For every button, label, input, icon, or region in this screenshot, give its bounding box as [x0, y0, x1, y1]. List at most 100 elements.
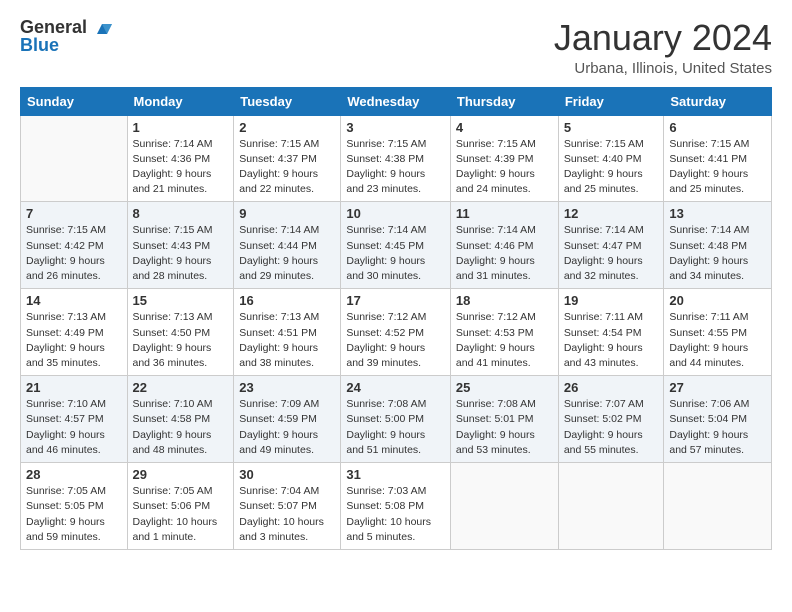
- daylight-text: Daylight: 9 hours and 29 minutes.: [239, 254, 335, 284]
- daylight-text: Daylight: 9 hours and 23 minutes.: [346, 167, 445, 197]
- day-number: 15: [133, 293, 229, 308]
- sunset-text: Sunset: 5:01 PM: [456, 412, 553, 427]
- day-detail: Sunrise: 7:06 AMSunset: 5:04 PMDaylight:…: [669, 397, 766, 458]
- day-detail: Sunrise: 7:14 AMSunset: 4:36 PMDaylight:…: [133, 137, 229, 198]
- calendar-cell: 16Sunrise: 7:13 AMSunset: 4:51 PMDayligh…: [234, 289, 341, 376]
- day-number: 9: [239, 206, 335, 221]
- weekday-header-row: SundayMondayTuesdayWednesdayThursdayFrid…: [21, 87, 772, 115]
- daylight-text: Daylight: 9 hours and 46 minutes.: [26, 428, 122, 458]
- sunrise-text: Sunrise: 7:13 AM: [239, 310, 335, 325]
- calendar-cell: 31 Sunrise: 7:03 AMSunset: 5:08 PMDayligh…: [341, 463, 451, 550]
- sunset-text: Sunset: 4:37 PM: [239, 152, 335, 167]
- sunset-text: Sunset: 4:58 PM: [133, 412, 229, 427]
- day-detail: Sunrise: 7:15 AMSunset: 4:38 PMDaylight:…: [346, 137, 445, 198]
- daylight-text: Daylight: 10 hours and 1 minute.: [133, 515, 229, 545]
- day-number: 31: [346, 467, 445, 482]
- sunrise-text: Sunrise: 7:04 AM: [239, 484, 335, 499]
- calendar-subtitle: Urbana, Illinois, United States: [554, 60, 772, 77]
- sunset-text: Sunset: 4:38 PM: [346, 152, 445, 167]
- day-detail: Sunrise: 7:05 AMSunset: 5:06 PMDaylight:…: [133, 484, 229, 545]
- day-number: 23: [239, 380, 335, 395]
- calendar-title: January 2024: [554, 18, 772, 58]
- calendar-cell: 3 Sunrise: 7:15 AMSunset: 4:38 PMDaylight…: [341, 115, 451, 202]
- title-block: January 2024 Urbana, Illinois, United St…: [554, 18, 772, 77]
- calendar-cell: 17Sunrise: 7:12 AMSunset: 4:52 PMDayligh…: [341, 289, 451, 376]
- day-detail: Sunrise: 7:03 AMSunset: 5:08 PMDaylight:…: [346, 484, 445, 545]
- sunset-text: Sunset: 4:36 PM: [133, 152, 229, 167]
- day-detail: Sunrise: 7:15 AMSunset: 4:37 PMDaylight:…: [239, 137, 335, 198]
- calendar-table: SundayMondayTuesdayWednesdayThursdayFrid…: [20, 87, 772, 550]
- calendar-cell: 2Sunrise: 7:15 AMSunset: 4:37 PMDaylight…: [234, 115, 341, 202]
- day-detail: Sunrise: 7:15 AMSunset: 4:40 PMDaylight:…: [564, 137, 659, 198]
- sunrise-text: Sunrise: 7:14 AM: [669, 223, 766, 238]
- daylight-text: Daylight: 9 hours and 25 minutes.: [669, 167, 766, 197]
- daylight-text: Daylight: 9 hours and 48 minutes.: [133, 428, 229, 458]
- sunset-text: Sunset: 5:04 PM: [669, 412, 766, 427]
- logo-icon: [91, 16, 113, 38]
- day-detail: Sunrise: 7:08 AMSunset: 5:00 PMDaylight:…: [346, 397, 445, 458]
- daylight-text: Daylight: 9 hours and 59 minutes.: [26, 515, 122, 545]
- day-detail: Sunrise: 7:14 AMSunset: 4:48 PMDaylight:…: [669, 223, 766, 284]
- weekday-header-thursday: Thursday: [450, 87, 558, 115]
- sunset-text: Sunset: 4:51 PM: [239, 326, 335, 341]
- sunrise-text: Sunrise: 7:12 AM: [456, 310, 553, 325]
- calendar-cell: 15Sunrise: 7:13 AMSunset: 4:50 PMDayligh…: [127, 289, 234, 376]
- sunset-text: Sunset: 5:06 PM: [133, 499, 229, 514]
- day-detail: Sunrise: 7:10 AMSunset: 4:58 PMDaylight:…: [133, 397, 229, 458]
- logo: General Blue: [20, 18, 113, 56]
- calendar-cell: 14Sunrise: 7:13 AMSunset: 4:49 PMDayligh…: [21, 289, 128, 376]
- week-row-0: 1Sunrise: 7:14 AMSunset: 4:36 PMDaylight…: [21, 115, 772, 202]
- calendar-cell: 9Sunrise: 7:14 AMSunset: 4:44 PMDaylight…: [234, 202, 341, 289]
- sunset-text: Sunset: 4:57 PM: [26, 412, 122, 427]
- week-row-1: 7Sunrise: 7:15 AMSunset: 4:42 PMDaylight…: [21, 202, 772, 289]
- sunset-text: Sunset: 5:02 PM: [564, 412, 659, 427]
- header: General Blue January 2024 Urbana, Illino…: [20, 18, 772, 77]
- sunrise-text: Sunrise: 7:13 AM: [26, 310, 122, 325]
- calendar-cell: [21, 115, 128, 202]
- calendar-cell: 12Sunrise: 7:14 AMSunset: 4:47 PMDayligh…: [558, 202, 664, 289]
- calendar-cell: 13Sunrise: 7:14 AMSunset: 4:48 PMDayligh…: [664, 202, 772, 289]
- sunset-text: Sunset: 5:00 PM: [346, 412, 445, 427]
- daylight-text: Daylight: 10 hours and 5 minutes.: [346, 515, 445, 545]
- sunset-text: Sunset: 4:55 PM: [669, 326, 766, 341]
- day-number: 3: [346, 120, 445, 135]
- calendar-cell: 23Sunrise: 7:09 AMSunset: 4:59 PMDayligh…: [234, 376, 341, 463]
- week-row-2: 14Sunrise: 7:13 AMSunset: 4:49 PMDayligh…: [21, 289, 772, 376]
- daylight-text: Daylight: 9 hours and 55 minutes.: [564, 428, 659, 458]
- daylight-text: Daylight: 9 hours and 22 minutes.: [239, 167, 335, 197]
- day-number: 26: [564, 380, 659, 395]
- sunrise-text: Sunrise: 7:08 AM: [456, 397, 553, 412]
- calendar-cell: [664, 463, 772, 550]
- weekday-header-tuesday: Tuesday: [234, 87, 341, 115]
- day-detail: Sunrise: 7:07 AMSunset: 5:02 PMDaylight:…: [564, 397, 659, 458]
- calendar-cell: 25Sunrise: 7:08 AMSunset: 5:01 PMDayligh…: [450, 376, 558, 463]
- daylight-text: Daylight: 9 hours and 49 minutes.: [239, 428, 335, 458]
- sunset-text: Sunset: 4:53 PM: [456, 326, 553, 341]
- calendar-cell: 18 Sunrise: 7:12 AMSunset: 4:53 PMDayligh…: [450, 289, 558, 376]
- daylight-text: Daylight: 9 hours and 43 minutes.: [564, 341, 659, 371]
- daylight-text: Daylight: 9 hours and 24 minutes.: [456, 167, 553, 197]
- calendar-cell: 30Sunrise: 7:04 AMSunset: 5:07 PMDayligh…: [234, 463, 341, 550]
- daylight-text: Daylight: 9 hours and 41 minutes.: [456, 341, 553, 371]
- day-number: 29: [133, 467, 229, 482]
- sunrise-text: Sunrise: 7:15 AM: [239, 137, 335, 152]
- sunrise-text: Sunrise: 7:05 AM: [26, 484, 122, 499]
- day-detail: Sunrise: 7:15 AMSunset: 4:43 PMDaylight:…: [133, 223, 229, 284]
- weekday-header-monday: Monday: [127, 87, 234, 115]
- calendar-cell: 5Sunrise: 7:15 AMSunset: 4:40 PMDaylight…: [558, 115, 664, 202]
- sunset-text: Sunset: 4:48 PM: [669, 239, 766, 254]
- sunset-text: Sunset: 4:47 PM: [564, 239, 659, 254]
- calendar-cell: 19Sunrise: 7:11 AMSunset: 4:54 PMDayligh…: [558, 289, 664, 376]
- daylight-text: Daylight: 9 hours and 32 minutes.: [564, 254, 659, 284]
- day-number: 20: [669, 293, 766, 308]
- sunset-text: Sunset: 4:54 PM: [564, 326, 659, 341]
- day-number: 18: [456, 293, 553, 308]
- weekday-header-friday: Friday: [558, 87, 664, 115]
- daylight-text: Daylight: 9 hours and 38 minutes.: [239, 341, 335, 371]
- sunset-text: Sunset: 4:39 PM: [456, 152, 553, 167]
- sunrise-text: Sunrise: 7:12 AM: [346, 310, 445, 325]
- calendar-cell: 10Sunrise: 7:14 AMSunset: 4:45 PMDayligh…: [341, 202, 451, 289]
- day-detail: Sunrise: 7:12 AMSunset: 4:53 PMDaylight:…: [456, 310, 553, 371]
- week-row-3: 21Sunrise: 7:10 AMSunset: 4:57 PMDayligh…: [21, 376, 772, 463]
- day-detail: Sunrise: 7:04 AMSunset: 5:07 PMDaylight:…: [239, 484, 335, 545]
